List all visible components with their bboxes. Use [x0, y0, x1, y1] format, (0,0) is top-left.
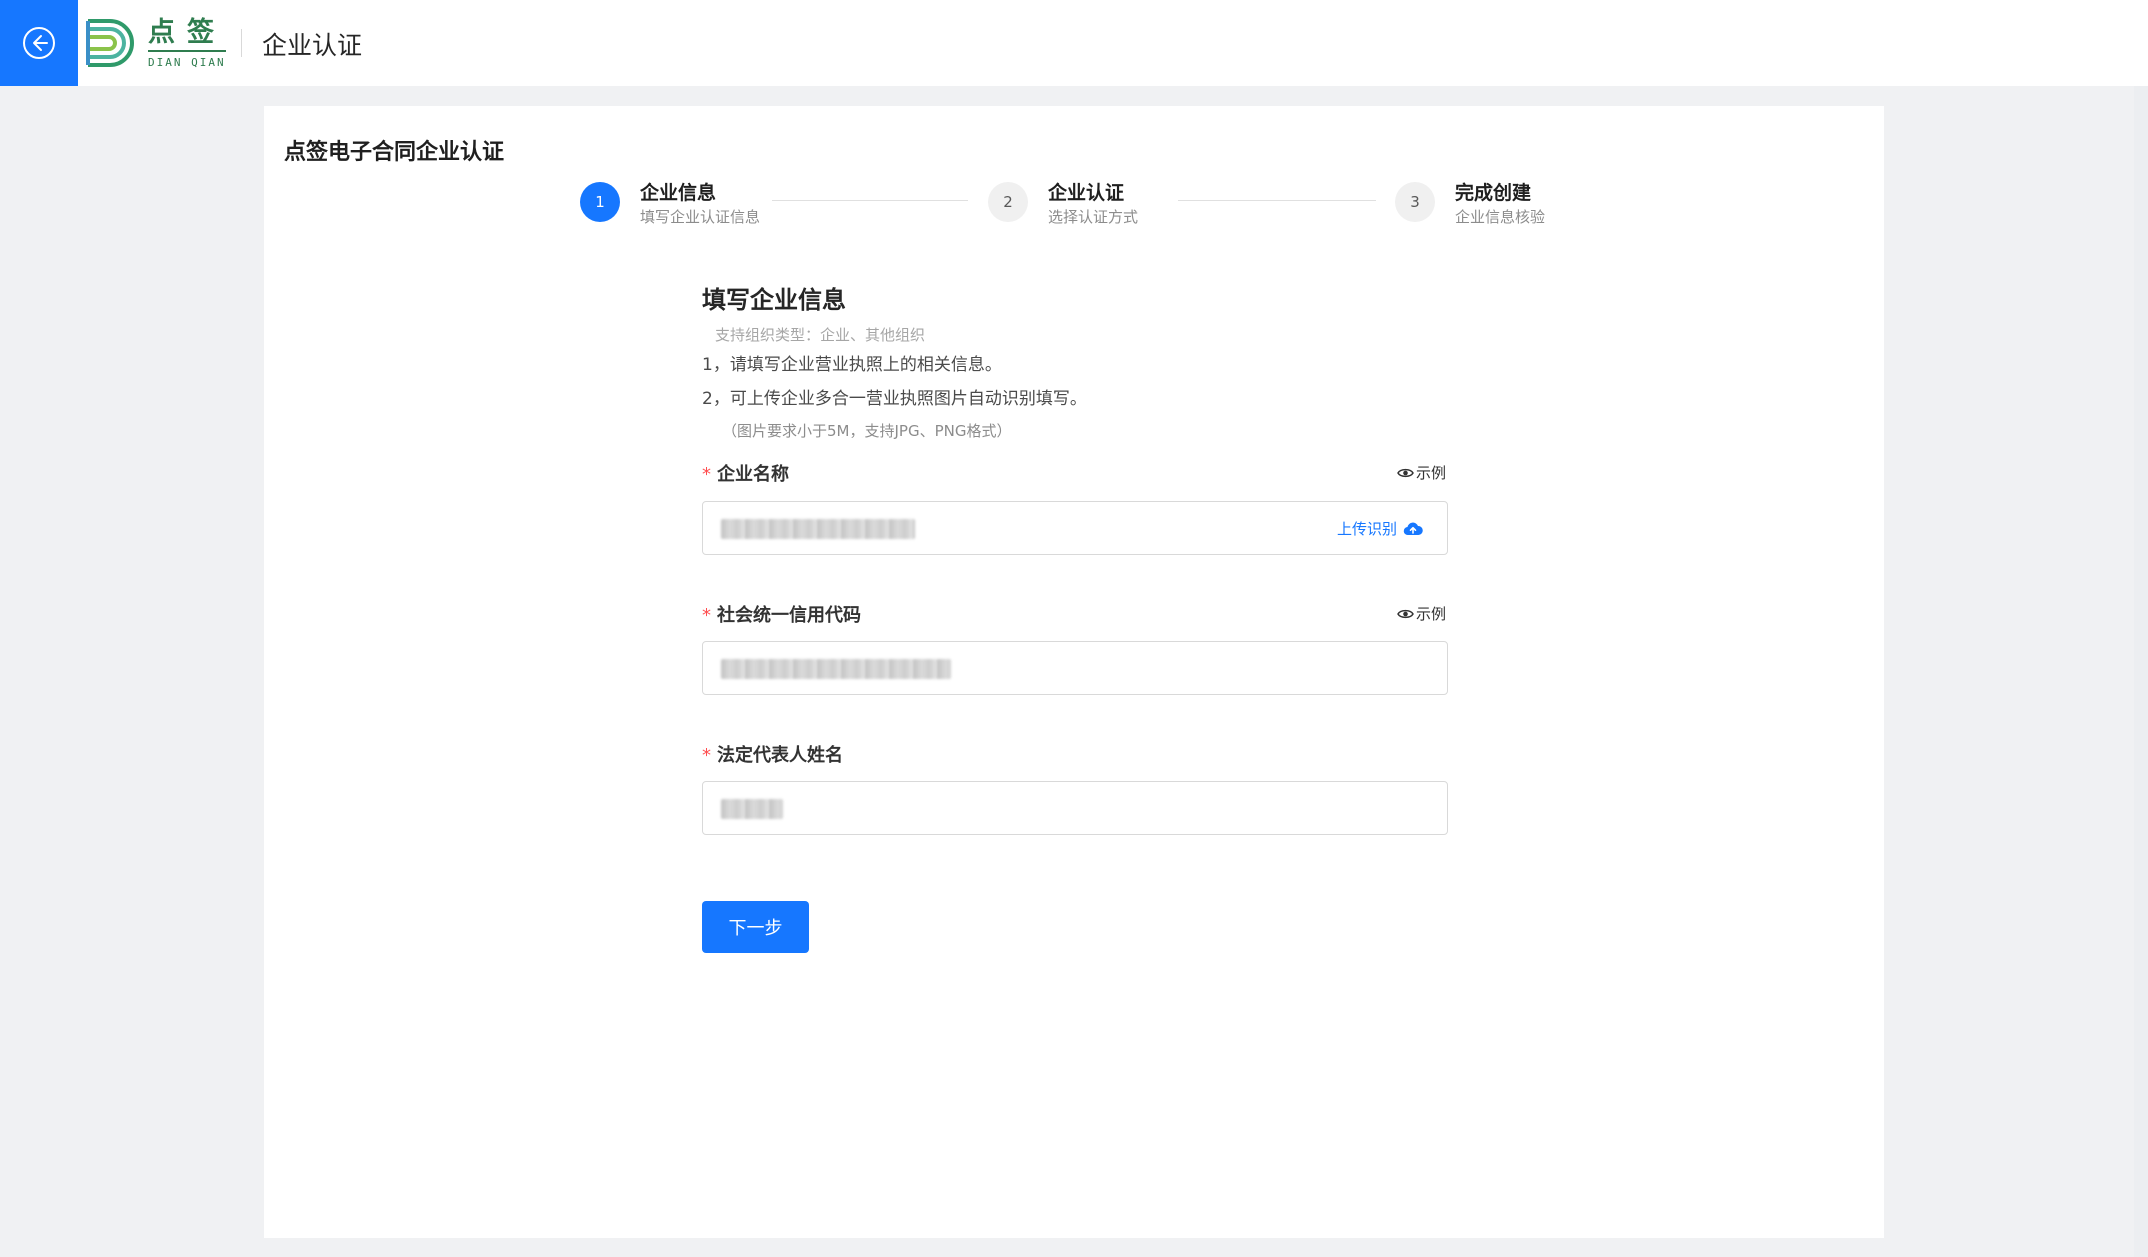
- eye-icon: [1397, 609, 1414, 618]
- instruction-note: 2，可上传企业多合一营业执照图片自动识别填写。: [702, 389, 1087, 409]
- eye-icon: [1397, 468, 1414, 477]
- step-desc: 填写企业认证信息: [640, 208, 761, 226]
- step-number: 3: [1395, 182, 1435, 222]
- redacted-value: [721, 799, 783, 819]
- page-scrollbar[interactable]: [2134, 86, 2148, 1257]
- form-heading: 填写企业信息: [702, 286, 846, 314]
- example-text: 示例: [1415, 605, 1446, 623]
- logo-en-text: DIAN QIAN: [148, 55, 226, 69]
- redacted-value: [721, 659, 951, 679]
- logo-mark-icon: [86, 19, 134, 67]
- legal-rep-label: * 法定代表人姓名: [702, 741, 843, 767]
- company-name-input[interactable]: 上传识别: [702, 501, 1448, 555]
- required-mark: *: [702, 464, 711, 485]
- logo-cn-text: 点签: [148, 19, 226, 52]
- upload-text: 上传识别: [1336, 520, 1397, 538]
- instruction-note: 1，请填写企业营业执照上的相关信息。: [702, 355, 1002, 375]
- step-title: 完成创建: [1455, 182, 1532, 204]
- step-title: 企业信息: [640, 182, 717, 204]
- field-label-text: 法定代表人姓名: [717, 745, 843, 766]
- upload-recognize-button[interactable]: 上传识别: [1337, 518, 1423, 539]
- credit-code-label: * 社会统一信用代码: [702, 601, 861, 627]
- step-connector: [1178, 200, 1376, 201]
- card-title: 点签电子合同企业认证: [284, 140, 505, 165]
- company-name-label: * 企业名称: [702, 460, 789, 486]
- field-label-text: 企业名称: [717, 464, 789, 485]
- credit-code-example-link[interactable]: 示例: [1397, 603, 1446, 624]
- page-title: 企业认证: [262, 31, 363, 60]
- redacted-value: [721, 519, 915, 539]
- step-number: 1: [580, 182, 620, 222]
- arrow-left-circle-icon: [23, 27, 55, 59]
- step-desc: 选择认证方式: [1048, 208, 1139, 226]
- image-requirement-hint: （图片要求小于5M，支持JPG、PNG格式）: [722, 422, 1012, 440]
- credit-code-input[interactable]: [702, 641, 1448, 695]
- step-number: 2: [988, 182, 1028, 222]
- step-connector: [772, 200, 968, 201]
- header-divider: [241, 29, 242, 57]
- legal-rep-input[interactable]: [702, 781, 1448, 835]
- field-label-text: 社会统一信用代码: [717, 605, 861, 626]
- step-title: 企业认证: [1048, 182, 1125, 204]
- company-name-example-link[interactable]: 示例: [1397, 462, 1446, 483]
- required-mark: *: [702, 605, 711, 626]
- required-mark: *: [702, 745, 711, 766]
- example-text: 示例: [1415, 464, 1446, 482]
- step-desc: 企业信息核验: [1455, 208, 1546, 226]
- top-header: 点签 DIAN QIAN 企业认证: [0, 0, 2148, 86]
- support-types-hint: 支持组织类型：企业、其他组织: [715, 326, 926, 344]
- next-step-button[interactable]: 下一步: [702, 901, 809, 953]
- cloud-upload-icon: [1403, 522, 1423, 535]
- back-button[interactable]: [0, 0, 78, 86]
- dianqian-logo[interactable]: 点签 DIAN QIAN: [80, 12, 226, 74]
- verification-card: 点签电子合同企业认证 1 企业信息 填写企业认证信息 2 企业认证 选择认证方式…: [264, 106, 1884, 1238]
